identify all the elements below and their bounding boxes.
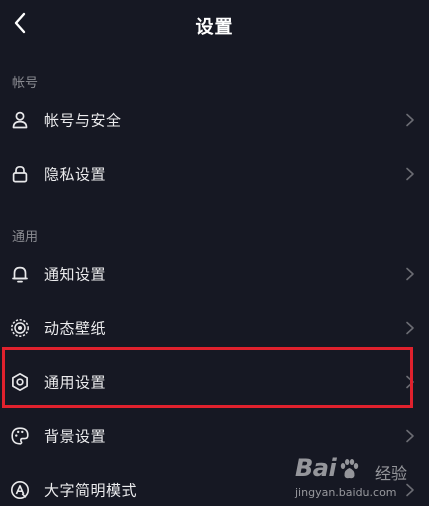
settings-screen: 设置 帐号 帐号与安全 隐私设置 通用 通知设置 动态壁纸 通用设置 背景设置 … [0,0,429,506]
settings-item-large-text-mode[interactable]: 大字简明模式 [0,464,429,506]
section-label-general: 通用 [12,230,39,245]
settings-item-notifications[interactable]: 通知设置 [0,248,429,300]
chevron-right-icon [406,267,414,281]
gear-icon [12,372,28,392]
page-title: 设置 [195,17,234,38]
chevron-right-icon [406,429,414,443]
settings-item-label: 帐号与安全 [44,111,122,130]
section-label-account: 帐号 [12,76,39,91]
settings-item-account-security[interactable]: 帐号与安全 [0,94,429,146]
settings-item-label: 动态壁纸 [44,319,107,338]
chevron-right-icon [406,375,414,389]
large-text-icon [11,481,29,499]
header-bar: 设置 [0,0,429,50]
settings-item-privacy[interactable]: 隐私设置 [0,148,429,200]
settings-item-live-wallpaper[interactable]: 动态壁纸 [0,302,429,354]
settings-item-label: 通知设置 [44,265,107,284]
settings-item-general[interactable]: 通用设置 [0,356,429,408]
lock-icon [12,165,28,183]
settings-item-label: 大字简明模式 [44,481,138,500]
settings-item-label: 隐私设置 [44,165,107,184]
settings-item-label: 通用设置 [44,373,107,392]
settings-item-background[interactable]: 背景设置 [0,410,429,462]
chevron-right-icon [406,167,414,181]
palette-icon [11,427,29,445]
live-wallpaper-icon [11,319,29,337]
bell-icon [12,266,28,283]
settings-item-label: 背景设置 [44,427,107,446]
chevron-right-icon [406,113,414,127]
chevron-right-icon [406,483,414,497]
user-icon [12,111,28,129]
chevron-right-icon [406,321,414,335]
